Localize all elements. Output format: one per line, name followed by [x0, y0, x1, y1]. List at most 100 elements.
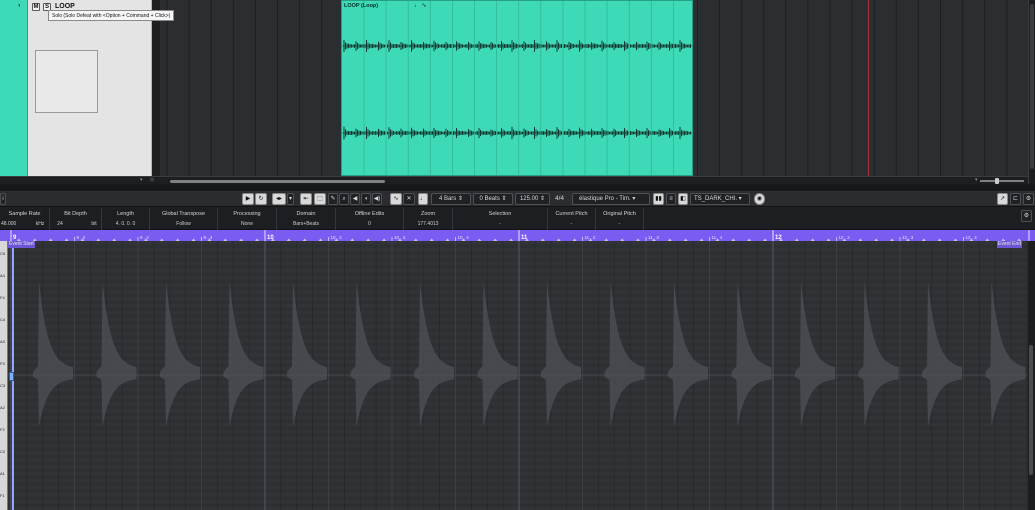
- pitch-keyboard[interactable]: C5 A4 F4 C4 A3 F3 C3 A2 F2 C2 A1 F1: [0, 241, 8, 510]
- info-offline-edits[interactable]: Offline Edits 0: [336, 208, 404, 230]
- track-color-area[interactable]: ◐ 34: [8, 0, 34, 176]
- keyboard-key-label: C3: [0, 383, 6, 388]
- editor-vertical-scrollbar[interactable]: [1028, 241, 1035, 510]
- record-enable-icon[interactable]: ◐: [18, 3, 26, 9]
- tempo-field[interactable]: 125.00 ⇕: [515, 193, 550, 205]
- ruler-sub-label: 10 . 3: [394, 235, 406, 240]
- colors-select[interactable]: TS_DARK_CHI. ▾: [690, 193, 750, 205]
- info-value: -: [570, 221, 573, 227]
- loop-length-beats-field[interactable]: 0 Beats ⇕: [473, 193, 513, 205]
- keyboard-key-label: F3: [0, 361, 5, 366]
- keyboard-key-label: A2: [0, 405, 5, 410]
- info-value: None: [241, 221, 253, 227]
- vertical-scroll-thumb[interactable]: [1029, 345, 1033, 475]
- info-label: Global Transpose: [161, 211, 206, 217]
- info-selection[interactable]: Selection -: [453, 208, 548, 230]
- ruler-sub-label: 10 . 2: [331, 235, 343, 240]
- event-start-marker[interactable]: Event Start: [8, 241, 35, 248]
- ruler-sub-label: 11 . 2: [585, 235, 596, 240]
- range-select-icon[interactable]: ⇤: [300, 193, 312, 205]
- event-name: LOOP (Loop): [344, 3, 379, 9]
- loop-icon[interactable]: ↻: [255, 193, 267, 205]
- snap-zero-icon[interactable]: ∿: [390, 193, 402, 205]
- ruler-sub-label: 12 . 3: [902, 235, 914, 240]
- cubase-window: ◐ 34 M S LOOP Solo (Solo Defeat with <Op…: [0, 0, 1035, 510]
- colors-value: TS_DARK_CHI.: [694, 196, 738, 202]
- keyboard-key-label: F2: [0, 427, 5, 432]
- track-color-strip[interactable]: [0, 0, 8, 176]
- chevron-down-icon[interactable]: ▾: [975, 177, 978, 183]
- pitch-marker[interactable]: [9, 372, 14, 381]
- draw-tool-icon[interactable]: ✎: [328, 193, 338, 205]
- bar-chart-icon[interactable]: ▮▮: [653, 193, 664, 205]
- event-end-marker[interactable]: Event End: [997, 241, 1023, 248]
- event-status-icons: ♩ ∿: [414, 3, 427, 9]
- ruler-sub-label: 11 . 3: [648, 235, 659, 240]
- speaker-icon[interactable]: ◀: [350, 193, 360, 205]
- info-sample-rate[interactable]: Sample Rate 48.000 kHz: [0, 208, 50, 230]
- info-processing[interactable]: Processing None: [218, 208, 277, 230]
- info-label: Current Pitch: [555, 211, 588, 217]
- info-label: Zoom: [420, 211, 436, 217]
- scrub-icon[interactable]: ◖: [361, 193, 371, 205]
- info-value: 177.4013: [417, 221, 439, 227]
- loop-length-beats: 0 Beats: [479, 196, 500, 202]
- info-label: Length: [117, 211, 134, 217]
- solo-tooltip: Solo (Solo Defeat with <Option + Command…: [48, 10, 175, 21]
- headphones-icon[interactable]: ◉: [754, 193, 765, 205]
- timeline-ruler[interactable]: 99 . 29 . 39 . 4 10 10 . 2 10 . 3 10 . 4 11 11…: [0, 230, 1035, 241]
- info-original-pitch[interactable]: Original Pitch -: [596, 208, 644, 230]
- ruler-sub-label: 12 . 2: [839, 235, 851, 240]
- track-name[interactable]: LOOP: [55, 3, 75, 10]
- chevron-down-icon[interactable]: ▾: [287, 193, 294, 205]
- tool-icon[interactable]: ◧: [678, 193, 688, 205]
- zoom-slider[interactable]: [980, 180, 1024, 182]
- musical-mode-icon[interactable]: ♩: [418, 193, 428, 205]
- keyboard-key-label: F4: [0, 295, 5, 300]
- settings-icon[interactable]: ⊙: [150, 177, 154, 183]
- time-signature[interactable]: 4/4: [555, 193, 564, 205]
- info-value: 24: [57, 221, 63, 227]
- info-zoom[interactable]: Zoom 177.4013: [404, 208, 453, 230]
- info-icon[interactable]: i: [0, 193, 6, 205]
- vertical-scroll-thumb[interactable]: [1030, 4, 1034, 169]
- info-domain[interactable]: Domain Bars+Beats: [277, 208, 336, 230]
- mute-button[interactable]: M: [32, 3, 40, 11]
- event-grid-lines: [363, 1, 674, 175]
- info-value: 0: [368, 221, 371, 227]
- waveform-display[interactable]: [0, 241, 1028, 510]
- info-bit-depth[interactable]: Bit Depth 24 bit: [50, 208, 102, 230]
- loop-length-bars-field[interactable]: 4 Bars ⇕: [431, 193, 471, 205]
- audio-event[interactable]: LOOP (Loop) ♩ ∿: [341, 0, 693, 176]
- zoom-tool-icon[interactable]: ⌕: [339, 193, 349, 205]
- project-window: ◐ 34 M S LOOP Solo (Solo Defeat with <Op…: [0, 0, 1035, 184]
- window-layout-icon[interactable]: ⊏: [1010, 193, 1021, 205]
- editor-splitter[interactable]: [0, 184, 1035, 192]
- algorithm-select[interactable]: élastique Pro - Tim. ▾: [572, 193, 650, 205]
- keyboard-key-label: A1: [0, 471, 5, 476]
- info-global-transpose[interactable]: Global Transpose Follow: [150, 208, 218, 230]
- info-label: Offline Edits: [354, 211, 385, 217]
- chevron-down-icon[interactable]: ▾: [140, 177, 143, 183]
- arrow-up-right-icon[interactable]: ↗: [997, 193, 1008, 205]
- arrange-area[interactable]: LOOP (Loop) ♩ ∿: [160, 0, 1028, 176]
- arrange-vertical-scrollbar[interactable]: [1028, 0, 1035, 184]
- selection-tool-icon[interactable]: ⬚: [314, 193, 326, 205]
- loop-length-bars: 4 Bars: [438, 196, 457, 202]
- track-list-divider[interactable]: [152, 0, 160, 176]
- grid-icon[interactable]: ✕: [403, 193, 415, 205]
- info-current-pitch[interactable]: Current Pitch -: [548, 208, 596, 230]
- track-header[interactable]: M S LOOP: [28, 0, 152, 176]
- audition-icon[interactable]: ◂▸: [272, 193, 286, 205]
- gear-icon[interactable]: ⚙: [1021, 210, 1032, 222]
- ruler-sub-label: 9 . 4: [204, 235, 213, 240]
- arrange-horizontal-scrollbar[interactable]: ▾ ⊙ ▾: [0, 176, 1028, 184]
- keyboard-key-label: F1: [0, 493, 5, 498]
- horizontal-scroll-thumb[interactable]: [170, 180, 385, 183]
- speaker-loop-icon[interactable]: ◀): [372, 193, 382, 205]
- play-icon[interactable]: ▶: [242, 193, 254, 205]
- list-icon[interactable]: ≡: [666, 193, 676, 205]
- info-length[interactable]: Length 4. 0. 0. 0: [102, 208, 150, 230]
- gear-icon[interactable]: ⚙: [1023, 193, 1034, 205]
- ruler-sub-label: 9 . 2: [77, 235, 86, 240]
